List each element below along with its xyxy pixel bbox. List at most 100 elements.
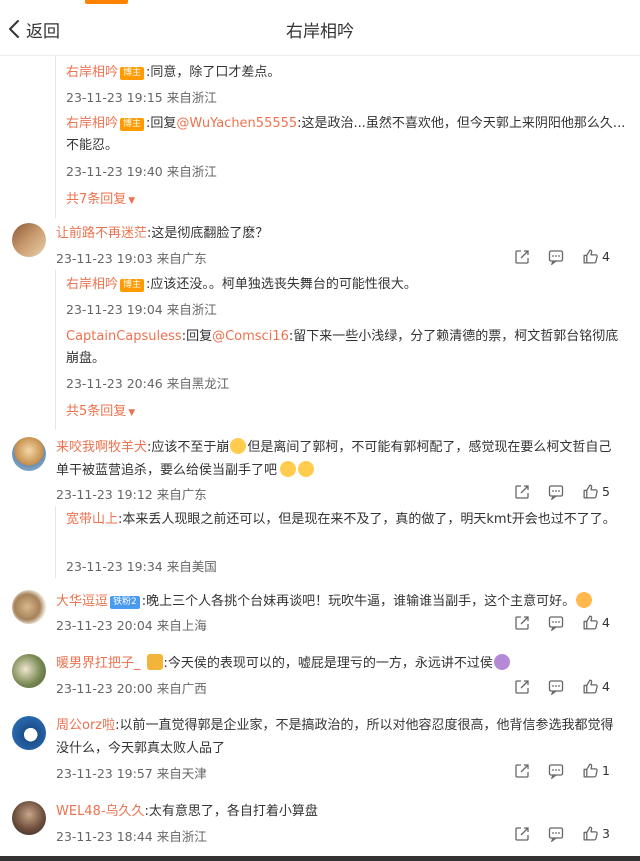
page-title: 右岸相吟 <box>286 22 354 42</box>
reply-username[interactable]: CaptainCapsuless <box>66 329 182 344</box>
blogger-badge: 博主 <box>120 67 145 80</box>
reply-prefix: :回复 <box>181 329 213 344</box>
comment-username[interactable]: WEL48-乌久久 <box>56 804 145 819</box>
reply-text: 本来丢人现眼之前还可以，但是现在来不及了，真的做了，明天kmt开会也过不了了。 <box>122 512 616 527</box>
reply-prefix: :回复 <box>146 116 177 131</box>
reply-username[interactable]: 右岸相吟 <box>66 65 118 80</box>
caret-down-icon: ▼ <box>128 196 136 206</box>
reply-meta: 23-11-23 20:46 来自黑龙江 <box>66 376 230 391</box>
comment-username[interactable]: 周公orz啦 <box>56 718 115 733</box>
share-icon[interactable] <box>514 679 530 695</box>
comment-actions: 4 <box>514 678 610 695</box>
comment-actions: 1 <box>514 762 610 779</box>
comment-text: :今天侯的表现可以的，嘘屁是理亏的一方，永远讲不过侯 <box>163 656 493 671</box>
avatar[interactable] <box>12 223 46 257</box>
more-replies-link[interactable]: 共5条回复 ▼ <box>66 400 135 419</box>
like-count: 4 <box>602 615 610 630</box>
comment-meta: 23-11-23 19:03 来自广东 <box>56 251 207 266</box>
reply-username[interactable]: 右岸相吟 <box>66 116 118 131</box>
avatar[interactable] <box>12 590 46 624</box>
comment-icon[interactable] <box>548 679 564 695</box>
comment-icon[interactable] <box>548 484 564 500</box>
like-count: 1 <box>602 763 610 778</box>
share-icon[interactable] <box>514 826 530 842</box>
comment-username[interactable]: 暖男界扛把子_ <box>56 656 141 671</box>
comment-body: 让前路不再迷茫:这是彻底翻脸了麽？ <box>56 222 616 245</box>
emoji-icon <box>576 592 593 608</box>
comment-text: :以前一直觉得郭是企业家，不是搞政治的，所以对他容忍度很高，他背信参选我都觉得没… <box>56 718 614 756</box>
comment-body: 暖男界扛把子_ :今天侯的表现可以的，嘘屁是理亏的一方，永远讲不过侯 <box>56 652 616 675</box>
crown-icon <box>146 654 163 670</box>
comment-meta: 23-11-23 20:00 来自广西 <box>56 681 207 696</box>
emoji-icon <box>298 461 315 477</box>
more-replies-link[interactable]: 共7条回复 ▼ <box>66 188 135 207</box>
reply-meta: 23-11-23 19:04 来自浙江 <box>66 302 217 317</box>
like-count: 4 <box>602 249 610 264</box>
comment-text: :应该不至于崩 <box>147 440 230 455</box>
comment-meta: 23-11-23 20:04 来自上海 <box>56 618 207 633</box>
comment-username[interactable]: 来咬我啊牧羊犬 <box>56 440 147 455</box>
comment-body: 周公orz啦:以前一直觉得郭是企业家，不是搞政治的，所以对他容忍度很高，他背信参… <box>56 714 616 760</box>
comment-username[interactable]: 让前路不再迷茫 <box>56 226 147 241</box>
thumbs-up-icon[interactable] <box>582 483 599 500</box>
more-replies-label: 共5条回复 <box>66 404 127 419</box>
fan-badge: 铁粉2 <box>110 596 140 609</box>
reply-username[interactable]: 右岸相吟 <box>66 277 118 292</box>
reply-item: 右岸相吟 博主:同意，除了口才差点。 <box>66 62 626 84</box>
comment-actions: 4 <box>514 248 610 265</box>
reply-text: 应该还没。。柯单独选丧失舞台的可能性很大。 <box>150 277 417 292</box>
comment-icon[interactable] <box>548 615 564 631</box>
comment-icon[interactable] <box>548 763 564 779</box>
blogger-badge: 博主 <box>120 118 145 131</box>
comment-meta: 23-11-23 19:12 来自广东 <box>56 487 207 502</box>
tab-indicator <box>85 0 128 4</box>
emoji-icon <box>230 438 247 454</box>
thumbs-up-icon[interactable] <box>582 248 599 265</box>
comment-icon[interactable] <box>548 249 564 265</box>
reply-meta: 23-11-23 19:40 来自浙江 <box>66 164 217 179</box>
like-count: 4 <box>602 679 610 694</box>
reply-meta: 23-11-23 19:34 来自美国 <box>66 559 217 574</box>
share-icon[interactable] <box>514 615 530 631</box>
like-count: 5 <box>602 484 610 499</box>
comment-meta: 23-11-23 18:44 来自浙江 <box>56 829 207 844</box>
comment-actions: 5 <box>514 483 610 500</box>
bottom-edge <box>0 856 640 861</box>
reply-text: 同意，除了口才差点。 <box>150 65 281 80</box>
comment-meta: 23-11-23 19:57 来自天津 <box>56 766 207 781</box>
comment-body: 来咬我啊牧羊犬:应该不至于崩 但是离间了郭柯，不可能有郭柯配了，感觉现在要么柯文哲… <box>56 436 616 482</box>
like-count: 3 <box>602 826 610 841</box>
mention-link[interactable]: @Comsci16 <box>212 329 289 344</box>
comment-text: :太有意思了，各自打着小算盘 <box>144 804 318 819</box>
reply-item: 宽带山上:本来丢人现眼之前还可以，但是现在来不及了，真的做了，明天kmt开会也过… <box>66 509 626 531</box>
share-icon[interactable] <box>514 484 530 500</box>
comment-actions: 4 <box>514 614 610 631</box>
comment-actions: 3 <box>514 825 610 842</box>
comment-text: :晚上三个人各挑个台妹再谈吧！玩吹牛逼，谁输谁当副手，这个主意可好。 <box>141 594 576 609</box>
emoji-icon <box>280 461 297 477</box>
thumbs-up-icon[interactable] <box>582 825 599 842</box>
avatar[interactable] <box>12 716 46 750</box>
reply-item: CaptainCapsuless:回复@Comsci16:留下来一些小浅绿，分了… <box>66 326 626 370</box>
comment-text: :这是彻底翻脸了麽？ <box>147 226 269 241</box>
avatar[interactable] <box>12 437 46 471</box>
reply-username[interactable]: 宽带山上 <box>66 512 118 527</box>
share-icon[interactable] <box>514 763 530 779</box>
share-icon[interactable] <box>514 249 530 265</box>
top-bar: 返回 右岸相吟 <box>0 0 640 56</box>
comment-body: WEL48-乌久久:太有意思了，各自打着小算盘 <box>56 800 616 823</box>
thumbs-up-icon[interactable] <box>582 678 599 695</box>
thumbs-up-icon[interactable] <box>582 762 599 779</box>
avatar[interactable] <box>12 654 46 688</box>
mention-link[interactable]: @WuYachen55555 <box>176 116 297 131</box>
emoji-icon <box>493 654 510 670</box>
comment-icon[interactable] <box>548 826 564 842</box>
comment-username[interactable]: 大华逗逗 <box>56 594 108 609</box>
avatar[interactable] <box>12 801 46 835</box>
comment-body: 大华逗逗 铁粉2:晚上三个人各挑个台妹再谈吧！玩吹牛逼，谁输谁当副手，这个主意可好… <box>56 590 616 613</box>
thumbs-up-icon[interactable] <box>582 614 599 631</box>
more-replies-label: 共7条回复 <box>66 192 127 207</box>
caret-down-icon: ▼ <box>128 408 136 418</box>
reply-meta: 23-11-23 19:15 来自浙江 <box>66 90 217 105</box>
blogger-badge: 博主 <box>120 279 145 292</box>
